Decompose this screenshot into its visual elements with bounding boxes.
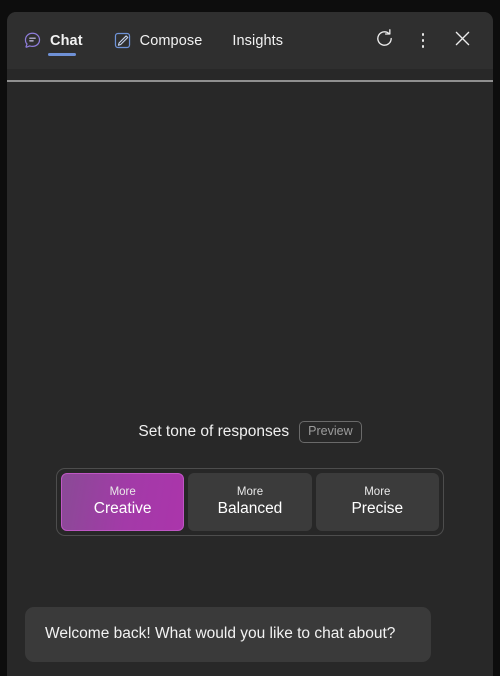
- tab-chat-label: Chat: [50, 32, 83, 49]
- tone-title: Set tone of responses: [138, 423, 290, 440]
- kebab-menu-icon: [421, 32, 425, 50]
- tone-selector-section: Set tone of responses Preview More Creat…: [7, 417, 493, 536]
- tone-option-balanced[interactable]: More Balanced: [188, 473, 312, 531]
- tab-compose-label: Compose: [139, 32, 203, 49]
- tab-bar: Chat Compose Insights: [21, 12, 285, 69]
- app-header: Chat Compose Insights: [7, 12, 493, 69]
- tone-option-precise[interactable]: More Precise: [315, 473, 439, 531]
- refresh-icon: [374, 28, 395, 54]
- tone-option-precise-label: Precise: [351, 500, 404, 518]
- tone-option-balanced-sub: More: [236, 485, 264, 498]
- refresh-button[interactable]: [367, 24, 401, 58]
- conversation-area: Set tone of responses Preview More Creat…: [7, 82, 493, 676]
- message-list: Welcome back! What would you like to cha…: [7, 607, 493, 662]
- tone-header: Set tone of responses Preview: [7, 417, 493, 447]
- tone-option-creative[interactable]: More Creative: [61, 473, 185, 531]
- tone-option-creative-label: Creative: [93, 500, 152, 518]
- header-actions: [367, 12, 479, 69]
- tone-option-creative-sub: More: [109, 485, 136, 498]
- preview-badge[interactable]: Preview: [299, 421, 362, 443]
- chat-sidebar-app: Chat Compose Insights Set tone of respon…: [0, 0, 500, 676]
- main-panel: Chat Compose Insights Set tone of respon…: [7, 12, 493, 676]
- tone-option-precise-sub: More: [364, 485, 391, 498]
- tone-option-balanced-label: Balanced: [217, 500, 283, 518]
- close-icon: [452, 28, 473, 54]
- tab-compose[interactable]: Compose: [111, 12, 205, 69]
- tab-chat[interactable]: Chat: [21, 12, 85, 69]
- close-button[interactable]: [445, 24, 479, 58]
- tab-chat-active-indicator: [48, 53, 76, 56]
- tab-insights-label: Insights: [232, 32, 284, 49]
- tab-insights[interactable]: Insights: [230, 12, 285, 69]
- tone-options-group: More Creative More Balanced More Precise: [56, 468, 444, 536]
- chat-bubble-icon: [23, 31, 42, 50]
- compose-pencil-icon: [113, 31, 132, 50]
- more-options-button[interactable]: [406, 24, 440, 58]
- assistant-message-bubble: Welcome back! What would you like to cha…: [25, 607, 431, 662]
